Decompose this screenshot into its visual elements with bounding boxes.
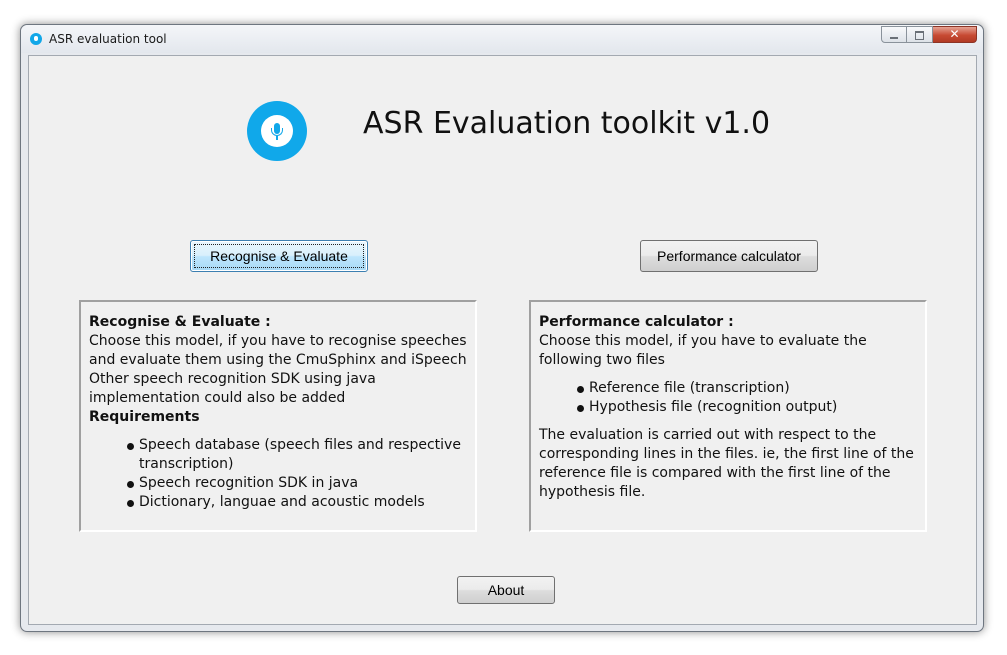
- file-text: Hypothesis file (recognition output): [589, 399, 838, 415]
- main-window: ASR evaluation tool ✕ ASR Evaluation too…: [20, 24, 984, 632]
- requirement-text: transcription): [139, 456, 234, 472]
- minimize-icon: [890, 37, 898, 39]
- bullet-icon: [127, 500, 134, 507]
- caption-buttons: ✕: [881, 26, 977, 43]
- title-bar[interactable]: ASR evaluation tool ✕: [21, 25, 983, 53]
- requirement-text: Speech recognition SDK in java: [139, 475, 359, 491]
- performance-calculator-button[interactable]: Performance calculator: [640, 240, 818, 272]
- about-button[interactable]: About: [457, 576, 555, 604]
- file-text: Reference file (transcription): [589, 380, 790, 396]
- requirement-text: Speech database (speech files and respec…: [139, 437, 461, 453]
- mic-stand: [276, 136, 278, 140]
- close-button[interactable]: ✕: [933, 26, 977, 43]
- page-title: ASR Evaluation toolkit v1.0: [363, 106, 771, 141]
- requirements-heading: Requirements: [89, 409, 200, 425]
- bullet-icon: [577, 405, 584, 412]
- description-line: Other speech recognition SDK using java: [89, 371, 376, 387]
- app-icon: [30, 33, 42, 45]
- file-item: Hypothesis file (recognition output): [539, 398, 917, 417]
- description-line: Choose this model, if you have to evalua…: [539, 333, 867, 349]
- requirement-item: Dictionary, languae and acoustic models: [89, 493, 467, 512]
- recognise-description-panel: Recognise & Evaluate : Choose this model…: [79, 300, 477, 532]
- client-area: ASR Evaluation toolkit v1.0 Recognise & …: [28, 55, 977, 625]
- requirement-text: Dictionary, languae and acoustic models: [139, 494, 425, 510]
- description-line: implementation could also be added: [89, 390, 346, 406]
- panel-heading: Recognise & Evaluate :: [89, 314, 271, 330]
- logo-inner-circle: [261, 115, 293, 147]
- bullet-icon: [577, 386, 584, 393]
- mic-cup: [271, 128, 283, 136]
- description-line: following two files: [539, 352, 665, 368]
- description-line: Choose this model, if you have to recogn…: [89, 333, 467, 349]
- note-line: The evaluation is carried out with respe…: [539, 427, 877, 443]
- close-icon: ✕: [949, 27, 960, 41]
- bullet-icon: [127, 481, 134, 488]
- recognise-evaluate-button[interactable]: Recognise & Evaluate: [190, 240, 368, 272]
- requirement-item: Speech recognition SDK in java: [89, 474, 467, 493]
- window-title: ASR evaluation tool: [49, 32, 167, 46]
- maximize-button[interactable]: [907, 26, 933, 43]
- bullet-icon: [127, 443, 134, 450]
- note-line: hypothesis file.: [539, 484, 646, 500]
- panel-heading: Performance calculator :: [539, 314, 734, 330]
- note-line: corresponding lines in the files. ie, th…: [539, 446, 914, 462]
- file-item: Reference file (transcription): [539, 379, 917, 398]
- maximize-icon: [915, 31, 924, 40]
- note-line: reference file is compared with the firs…: [539, 465, 891, 481]
- description-line: and evaluate them using the CmuSphinx an…: [89, 352, 467, 368]
- microphone-logo-icon: [247, 101, 307, 161]
- minimize-button[interactable]: [881, 26, 907, 43]
- requirement-item: Speech database (speech files and respec…: [89, 436, 467, 474]
- performance-description-panel: Performance calculator : Choose this mod…: [529, 300, 927, 532]
